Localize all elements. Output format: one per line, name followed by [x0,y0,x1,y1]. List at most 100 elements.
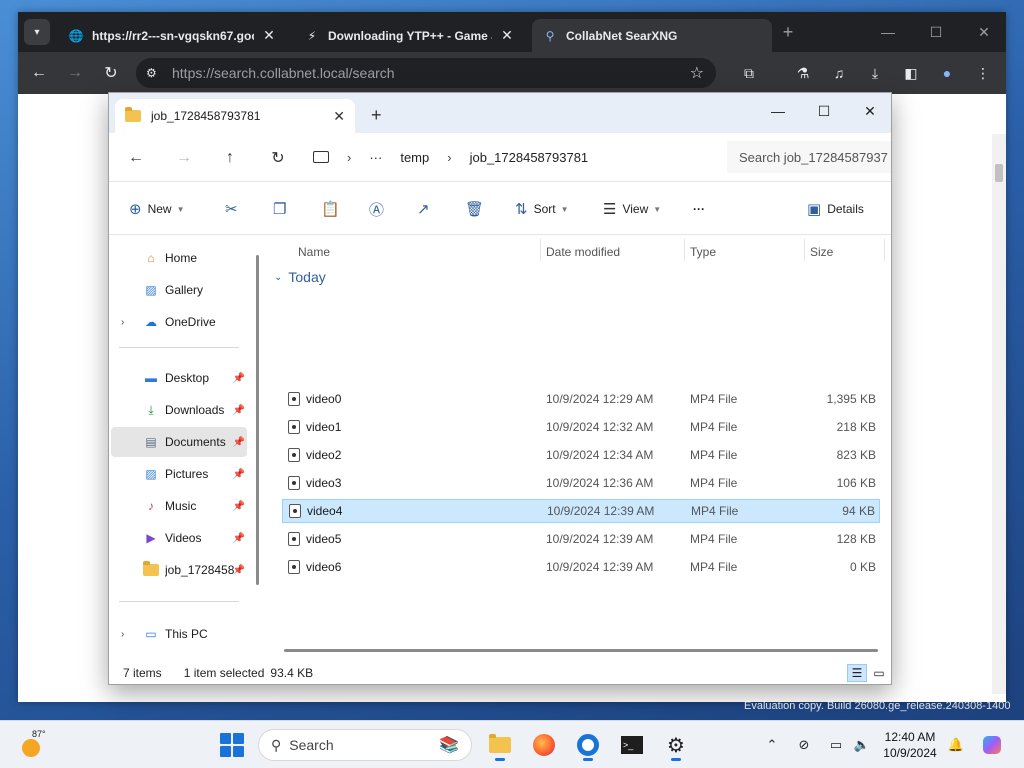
view-button[interactable]: ☰ View ▼ [603,198,661,220]
delete-button[interactable]: 🗑 [465,198,490,220]
nav-item-gallery[interactable]: ▨ Gallery [111,275,247,305]
explorer-maximize-button[interactable]: ☐ [801,97,847,125]
new-tab-button[interactable]: + [776,20,800,44]
file-row[interactable]: video3 10/9/2024 12:36 AM MP4 File 106 K… [282,471,880,495]
back-button[interactable]: ← [26,60,52,86]
downloads-icon[interactable]: ⤓ [864,62,886,84]
new-explorer-tab-button[interactable]: + [371,105,382,126]
chevron-right-icon[interactable]: › [121,629,124,640]
this-pc-icon[interactable] [313,151,329,163]
network-offline-icon[interactable]: ⊘ [794,735,814,755]
chrome-app-icon[interactable] [572,729,604,761]
breadcrumb[interactable]: › ··· temp › job_1728458793781 [313,141,717,173]
explorer-forward-button[interactable]: → [171,145,197,171]
explorer-refresh-button[interactable]: ↻ [265,145,291,171]
group-header-today[interactable]: ⌄ Today [274,269,326,285]
column-divider[interactable] [540,239,541,261]
sort-button[interactable]: ⇅ Sort ▼ [515,198,569,220]
minimize-button[interactable]: — [868,18,908,46]
nav-item-desktop[interactable]: ▬ Desktop 📌 [111,363,247,393]
column-divider[interactable] [804,239,805,261]
close-icon[interactable]: ✕ [260,27,278,44]
terminal-app-icon[interactable]: >_ [616,729,648,761]
paste-button[interactable]: 📋 [321,198,346,220]
notification-bell-icon[interactable]: 🔔 [946,735,966,755]
details-button[interactable]: ▣ Details [807,198,864,220]
chevron-right-icon[interactable]: › [121,317,124,328]
nav-item-onedrive[interactable]: › ☁ OneDrive [111,307,247,337]
file-row[interactable]: video6 10/9/2024 12:39 AM MP4 File 0 KB [282,555,880,579]
explorer-close-button[interactable]: ✕ [847,97,893,125]
labs-flask-icon[interactable]: ⚗ [792,62,814,84]
breadcrumb-more[interactable]: ··· [369,150,382,165]
tiles-view-icon[interactable]: ▭ [869,664,889,682]
details-view-icon[interactable]: ☰ [847,664,867,682]
column-header-name[interactable]: Name [298,241,330,263]
file-row[interactable]: video0 10/9/2024 12:29 AM MP4 File 1,395… [282,387,880,411]
page-scrollbar-thumb[interactable] [995,164,1003,182]
nav-pane-scrollbar[interactable] [256,255,259,585]
browser-tab-3[interactable]: ⚲ CollabNet SearXNG [532,19,772,52]
chevron-up-icon[interactable]: ⌃ [762,735,782,755]
page-scrollbar[interactable] [992,134,1006,694]
maximize-button[interactable]: ☐ [916,18,956,46]
file-explorer-app-icon[interactable] [484,729,516,761]
firefox-app-icon[interactable] [528,729,560,761]
column-header-type[interactable]: Type [690,241,716,263]
menu-kebab-icon[interactable]: ⋮ [972,62,994,84]
chevron-right-icon[interactable]: › [347,150,351,165]
nav-item-music[interactable]: ♪ Music 📌 [111,491,247,521]
start-button[interactable] [220,733,244,757]
file-row[interactable]: video2 10/9/2024 12:34 AM MP4 File 823 K… [282,443,880,467]
settings-app-icon[interactable]: ⚙ [660,729,692,761]
file-list-scrollbar[interactable] [284,649,878,652]
close-tab-icon[interactable]: ✕ [333,108,345,125]
bookmark-star-icon[interactable]: ☆ [690,63,704,83]
nav-item-this-pc[interactable]: › ▭ This PC [111,619,247,649]
nav-item-job-folder[interactable]: job_17284587 📌 [111,555,247,585]
address-bar[interactable]: ⚙ https://search.collabnet.local/search … [136,58,716,88]
nav-item-home[interactable]: ⌂ Home [111,243,247,273]
nav-item-downloads[interactable]: ⤓ Downloads 📌 [111,395,247,425]
media-controls-icon[interactable]: ♫ [828,62,850,84]
new-button[interactable]: ⊕ New ▼ [129,198,185,220]
explorer-tab[interactable]: job_1728458793781 ✕ [115,99,355,133]
weather-widget[interactable]: 87° [20,729,48,759]
explorer-search-input[interactable]: Search job_17284587937 [727,141,891,173]
breadcrumb-temp[interactable]: temp [400,150,429,165]
column-divider[interactable] [684,239,685,261]
explorer-minimize-button[interactable]: — [755,97,801,125]
more-options-button[interactable]: ··· [693,198,705,220]
extensions-icon[interactable]: ⧉ [738,62,760,84]
share-button[interactable]: ↗ [417,198,436,220]
column-header-date[interactable]: Date modified [546,241,620,263]
column-divider[interactable] [884,239,885,261]
copilot-icon[interactable] [982,735,1002,755]
taskbar-search[interactable]: ⚲ Search 📚 [258,729,472,761]
file-row[interactable]: video5 10/9/2024 12:39 AM MP4 File 128 K… [282,527,880,551]
taskbar-clock[interactable]: 12:40 AM 10/9/2024 [880,729,940,761]
site-info-icon[interactable]: ⚙ [146,66,166,80]
breadcrumb-current[interactable]: job_1728458793781 [470,150,589,165]
reload-button[interactable]: ↻ [98,60,124,86]
side-panel-icon[interactable]: ◧ [900,62,922,84]
explorer-up-button[interactable]: ↑ [217,145,243,171]
rename-button[interactable]: Ⓐ [369,198,390,220]
forward-button[interactable]: → [62,60,88,86]
close-window-button[interactable]: ✕ [964,18,1004,46]
chevron-right-icon[interactable]: › [447,150,451,165]
nav-item-pictures[interactable]: ▨ Pictures 📌 [111,459,247,489]
column-header-size[interactable]: Size [810,241,833,263]
display-icon[interactable]: ▭ [826,735,846,755]
close-icon[interactable]: ✕ [498,27,516,44]
file-row-selected[interactable]: video4 10/9/2024 12:39 AM MP4 File 94 KB [282,499,880,523]
volume-icon[interactable]: 🔈 [852,735,872,755]
nav-item-videos[interactable]: ▶ Videos 📌 [111,523,247,553]
profile-avatar-icon[interactable]: ● [936,62,958,84]
browser-tab-1[interactable]: 🌐 https://rr2---sn-vgqskn67.goo ✕ [58,19,288,52]
explorer-back-button[interactable]: ← [123,145,149,171]
cut-button[interactable]: ✂ [225,198,244,220]
tab-search-button[interactable]: ▾ [24,19,50,45]
copy-button[interactable]: ❐ [273,198,292,220]
file-row[interactable]: video1 10/9/2024 12:32 AM MP4 File 218 K… [282,415,880,439]
